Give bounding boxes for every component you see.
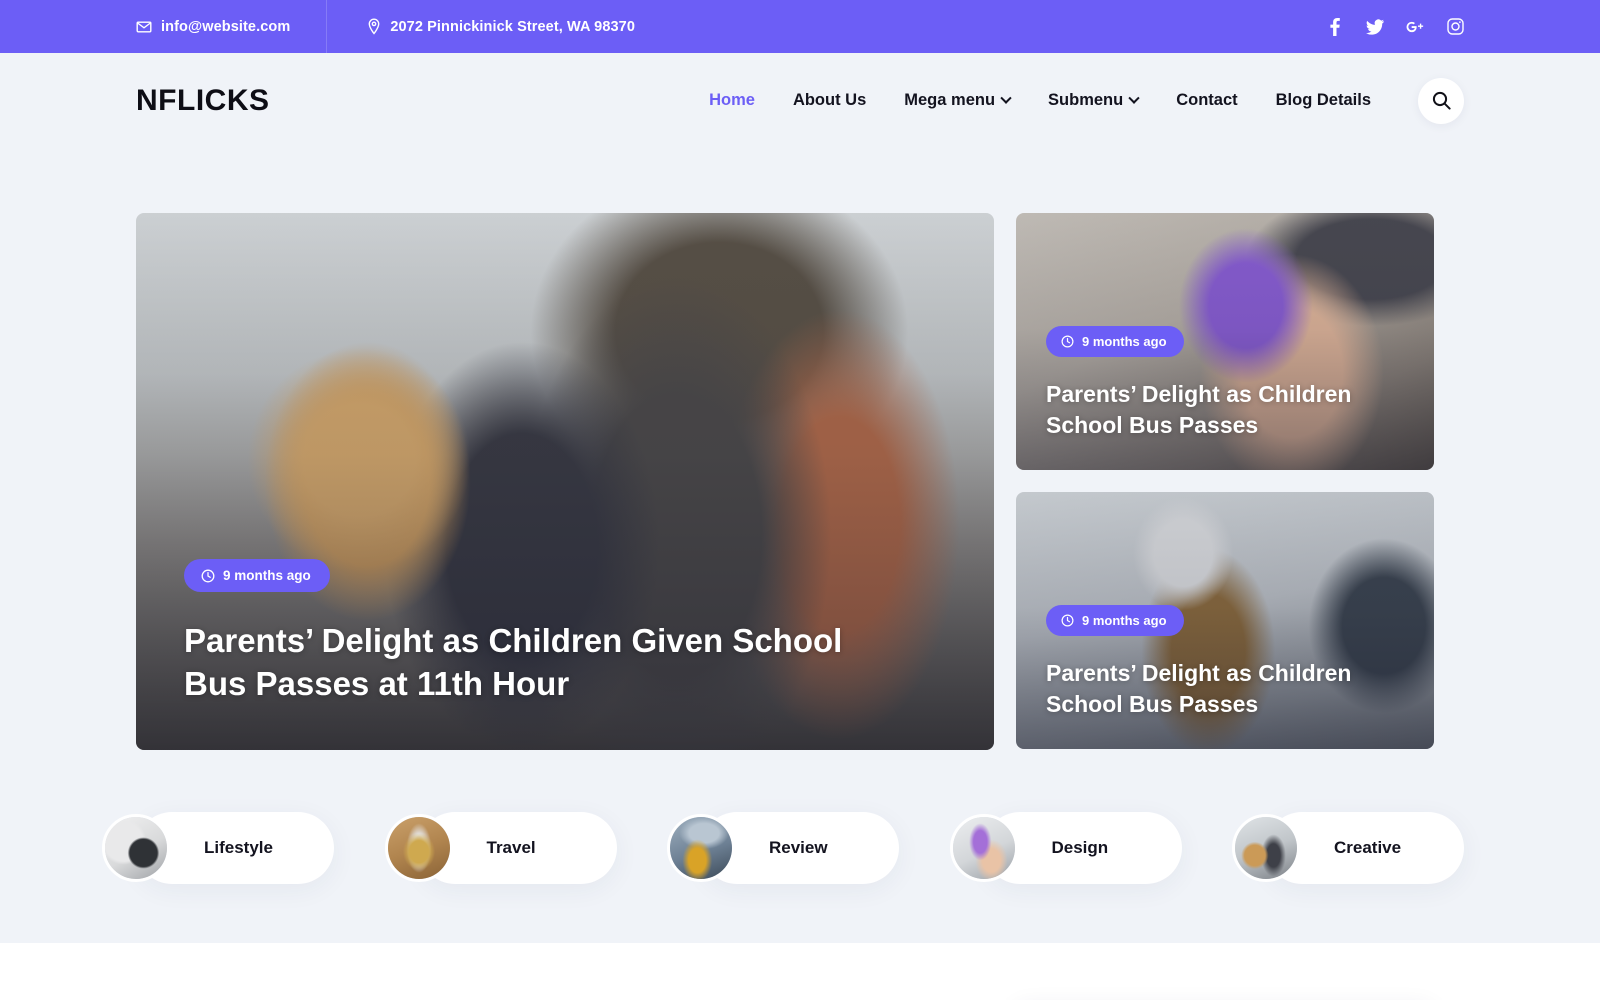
nav-label-blog-details: Blog Details [1275, 91, 1371, 109]
nav-item-mega-menu[interactable]: Mega menu [885, 91, 1029, 110]
post-date-text: 9 months ago [1082, 613, 1167, 629]
category-label: Design [1051, 838, 1109, 857]
side-post-card[interactable]: 9 months ago Parents’ Delight as Childre… [1016, 492, 1434, 749]
category-list: Lifestyle Travel Review Design Creative [102, 750, 1464, 884]
side-post-body: 9 months ago Parents’ Delight as Childre… [1016, 605, 1434, 749]
clock-icon [201, 569, 215, 583]
category-item-design[interactable]: Design [949, 812, 1182, 884]
featured-post-title[interactable]: Parents’ Delight as Children Given Schoo… [184, 620, 864, 706]
side-post-title[interactable]: Parents’ Delight as Children School Bus … [1046, 379, 1376, 440]
side-post-title[interactable]: Parents’ Delight as Children School Bus … [1046, 658, 1376, 719]
review-thumb [667, 814, 735, 882]
hero-section: 9 months ago Parents’ Delight as Childre… [0, 148, 1600, 943]
envelope-icon [136, 19, 152, 35]
category-item-lifestyle[interactable]: Lifestyle [102, 812, 334, 884]
main-navigation: Home About Us Mega menu Submenu Contact … [690, 77, 1464, 124]
post-date-text: 9 months ago [1082, 334, 1167, 350]
search-button[interactable] [1418, 77, 1464, 124]
featured-posts-grid: 9 months ago Parents’ Delight as Childre… [136, 148, 1464, 750]
lifestyle-thumb [102, 814, 170, 882]
top-info-bar: info@website.com 2072 Pinnickinick Stree… [0, 0, 1600, 53]
site-logo[interactable]: NFLICKS [136, 84, 270, 118]
nav-label-contact: Contact [1176, 91, 1238, 109]
side-post-card[interactable]: 9 months ago Parents’ Delight as Childre… [1016, 213, 1434, 470]
site-header: NFLICKS Home About Us Mega menu Submenu … [0, 53, 1600, 148]
contact-email[interactable]: info@website.com [0, 0, 328, 53]
clock-icon [1061, 614, 1074, 627]
side-posts-column: 9 months ago Parents’ Delight as Childre… [1016, 213, 1434, 750]
post-date-text: 9 months ago [223, 568, 311, 584]
side-post-body: 9 months ago Parents’ Delight as Childre… [1016, 326, 1434, 470]
facebook-icon[interactable] [1326, 17, 1344, 36]
category-item-creative[interactable]: Creative [1232, 812, 1464, 884]
design-thumb [949, 814, 1018, 882]
chevron-down-icon [1000, 92, 1012, 104]
featured-post-body: 9 months ago Parents’ Delight as Childre… [136, 559, 994, 750]
category-item-travel[interactable]: Travel [384, 812, 617, 884]
clock-icon [1061, 335, 1074, 348]
travel-thumb [384, 814, 453, 882]
category-label: Review [769, 838, 828, 857]
social-links [1326, 0, 1464, 53]
twitter-icon[interactable] [1366, 18, 1384, 36]
map-pin-icon [367, 18, 381, 35]
nav-item-submenu[interactable]: Submenu [1029, 91, 1157, 110]
search-icon [1432, 91, 1451, 110]
nav-item-about-us[interactable]: About Us [774, 91, 885, 110]
category-label: Lifestyle [204, 838, 273, 857]
contact-address-text: 2072 Pinnickinick Street, WA 98370 [390, 18, 635, 35]
post-date-badge: 9 months ago [184, 559, 330, 593]
page-root: info@website.com 2072 Pinnickinick Stree… [0, 0, 1600, 1000]
nav-label-about-us: About Us [792, 91, 867, 109]
top-contact-group: info@website.com 2072 Pinnickinick Stree… [0, 0, 667, 53]
contact-email-text: info@website.com [161, 18, 291, 35]
featured-post-card[interactable]: 9 months ago Parents’ Delight as Childre… [136, 213, 994, 750]
instagram-icon[interactable] [1446, 18, 1464, 36]
category-item-review[interactable]: Review [667, 812, 899, 884]
post-date-badge: 9 months ago [1046, 605, 1184, 637]
chevron-down-icon [1128, 92, 1140, 104]
post-date-badge: 9 months ago [1046, 326, 1184, 358]
contact-address[interactable]: 2072 Pinnickinick Street, WA 98370 [327, 0, 667, 53]
nav-item-contact[interactable]: Contact [1157, 91, 1256, 110]
next-section [0, 943, 1600, 1000]
category-label: Creative [1334, 838, 1402, 857]
nav-label-home: Home [709, 91, 755, 109]
nav-item-blog-details[interactable]: Blog Details [1257, 91, 1390, 110]
creative-thumb [1232, 814, 1300, 882]
category-label: Travel [486, 838, 536, 857]
google-plus-icon[interactable] [1406, 18, 1424, 36]
nav-label-mega-menu: Mega menu [904, 91, 996, 109]
nav-label-submenu: Submenu [1048, 91, 1124, 109]
nav-item-home[interactable]: Home [690, 91, 774, 110]
